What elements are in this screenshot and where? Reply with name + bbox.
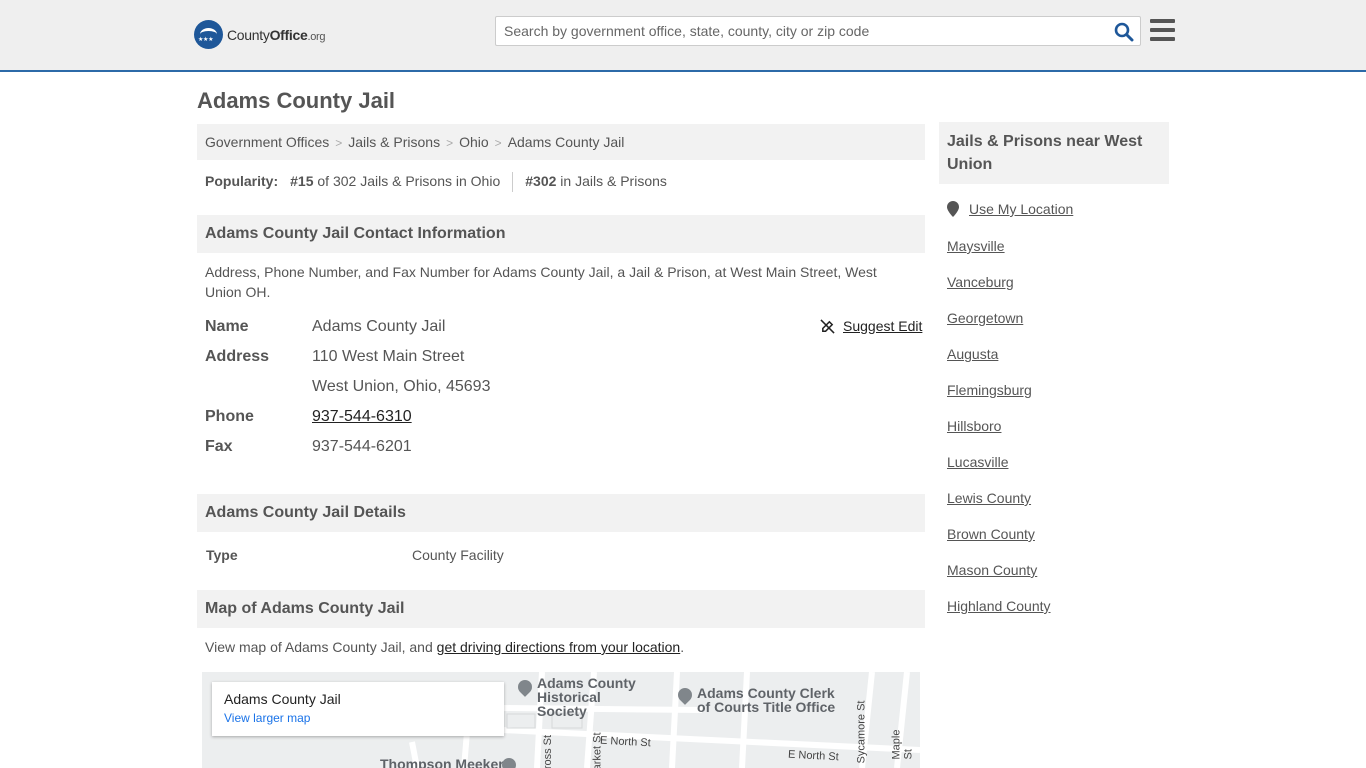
map-street-label: Cross St (542, 734, 555, 768)
nearby-link-hillsboro[interactable]: Hillsboro (947, 418, 1001, 434)
breadcrumb: Government Offices > Jails & Prisons > Ohio >… (197, 124, 925, 160)
address-line1: 110 West Main Street (312, 348, 465, 365)
name-value: Adams County Jail (312, 318, 446, 335)
location-pin-icon (947, 201, 959, 217)
suggest-edit-button[interactable]: Suggest Edit (820, 318, 922, 334)
map-street-label: Maple St (890, 729, 915, 760)
contact-heading: Adams County Jail Contact Information (197, 215, 925, 253)
nearby-link-mason-county[interactable]: Mason County (947, 562, 1037, 578)
search-input[interactable] (496, 17, 1106, 45)
map-label-thompson-meeker[interactable]: Thompson Meeker (380, 757, 504, 768)
divider (512, 172, 514, 192)
sidebar-heading: Jails & Prisons near West Union (939, 122, 1169, 184)
nearby-link-maysville[interactable]: Maysville (947, 238, 1005, 254)
address-label: Address (205, 348, 270, 365)
site-logo[interactable]: CountyOffice.org (194, 20, 326, 49)
popularity: Popularity: #15 of 302 Jails & Prisons i… (205, 172, 667, 192)
phone-link[interactable]: 937-544-6310 (312, 408, 412, 425)
use-my-location-link[interactable]: Use My Location (969, 201, 1073, 217)
nearby-link-lucasville[interactable]: Lucasville (947, 454, 1008, 470)
type-label: Type (206, 547, 238, 563)
address-line2: West Union, Ohio, 45693 (312, 378, 491, 395)
map-card-title: Adams County Jail (224, 691, 341, 707)
chevron-right-icon: > (494, 136, 502, 150)
rank-all: #302 (525, 173, 557, 189)
view-larger-map-link[interactable]: View larger map (224, 711, 492, 725)
nearby-link-augusta[interactable]: Augusta (947, 346, 998, 362)
fax-value: 937-544-6201 (312, 438, 412, 455)
type-value: County Facility (412, 547, 504, 563)
breadcrumb-item-jails-prisons[interactable]: Jails & Prisons (348, 134, 440, 150)
map-intro: View map of Adams County Jail, and get d… (205, 639, 685, 655)
nearby-list: Maysville Vanceburg Georgetown Augusta F… (947, 238, 1051, 634)
fax-label: Fax (205, 438, 233, 455)
breadcrumb-item-current: Adams County Jail (507, 134, 625, 150)
map-label-clerk-of-courts[interactable]: Adams County Clerk of Courts Title Offic… (697, 686, 837, 714)
map-street-label: Market St (591, 732, 604, 768)
rank-all-text: in Jails & Prisons (560, 173, 667, 189)
embedded-map[interactable]: Adams County Historical Society Adams Co… (202, 672, 920, 768)
rank-state: #15 (290, 173, 314, 189)
map-street-label: E North St (599, 734, 652, 750)
name-label: Name (205, 318, 249, 335)
chevron-right-icon: > (335, 136, 343, 150)
map-street-label: E North St (787, 748, 840, 764)
use-my-location[interactable]: Use My Location (947, 201, 1073, 217)
map-info-card: Adams County Jail View larger map (212, 682, 504, 736)
search-icon (1114, 22, 1134, 42)
chevron-right-icon: > (446, 136, 454, 150)
phone-label: Phone (205, 408, 254, 425)
edit-off-icon (820, 318, 835, 334)
nearby-link-vanceburg[interactable]: Vanceburg (947, 274, 1014, 290)
logo-text: CountyOffice.org (227, 26, 326, 43)
page-title: Adams County Jail (197, 88, 396, 113)
breadcrumb-item-ohio[interactable]: Ohio (459, 134, 489, 150)
nearby-link-flemingsburg[interactable]: Flemingsburg (947, 382, 1032, 398)
map-heading: Map of Adams County Jail (197, 590, 925, 628)
hamburger-menu-icon[interactable] (1150, 19, 1175, 41)
top-bar: CountyOffice.org (0, 0, 1366, 72)
contact-description: Address, Phone Number, and Fax Number fo… (205, 264, 877, 300)
eagle-seal-icon (194, 20, 223, 49)
map-label-historical-society[interactable]: Adams County Historical Society (537, 676, 647, 718)
map-street-label: Sycamore St (855, 700, 868, 764)
search-button[interactable] (1114, 22, 1134, 42)
nearby-link-brown-county[interactable]: Brown County (947, 526, 1035, 542)
search-box (495, 16, 1141, 46)
popularity-label: Popularity: (205, 173, 279, 189)
suggest-edit-link[interactable]: Suggest Edit (843, 318, 922, 334)
nearby-link-georgetown[interactable]: Georgetown (947, 310, 1023, 326)
breadcrumb-item-government-offices[interactable]: Government Offices (205, 134, 329, 150)
details-heading: Adams County Jail Details (197, 494, 925, 532)
driving-directions-link[interactable]: get driving directions from your locatio… (437, 639, 681, 655)
nearby-link-lewis-county[interactable]: Lewis County (947, 490, 1031, 506)
nearby-link-highland-county[interactable]: Highland County (947, 598, 1051, 614)
rank-state-text: of 302 Jails & Prisons in Ohio (317, 173, 501, 189)
